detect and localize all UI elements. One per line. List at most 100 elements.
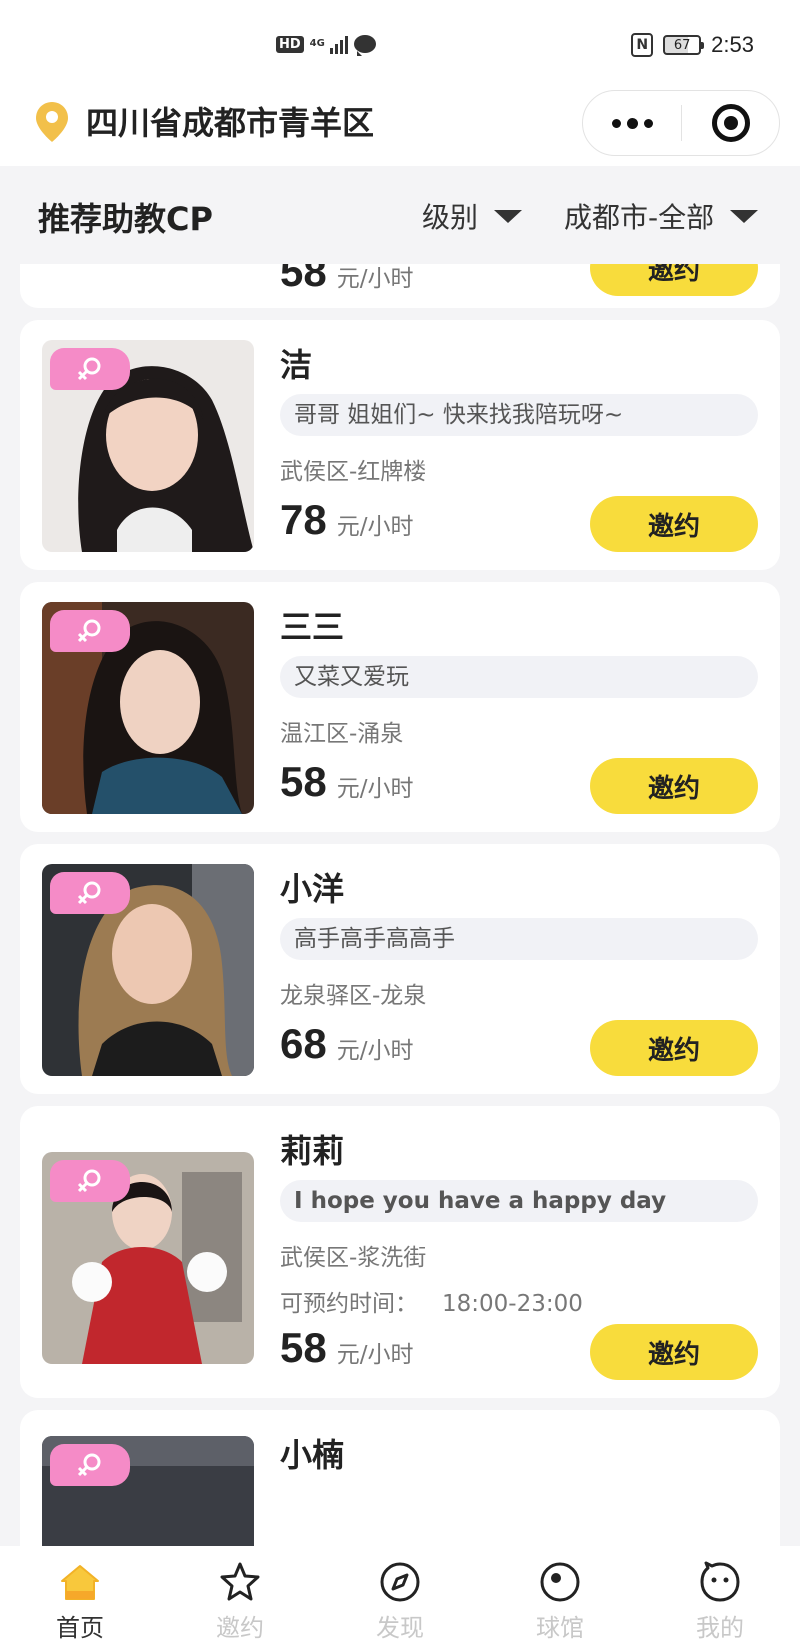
price-unit: 元/小时 bbox=[336, 266, 414, 292]
female-badge bbox=[50, 1160, 130, 1202]
tab-label: 球馆 bbox=[536, 1614, 584, 1642]
top-header: 四川省成都市青羊区 bbox=[0, 78, 800, 166]
caret-down-icon bbox=[494, 209, 523, 223]
home-icon bbox=[61, 1565, 99, 1600]
coach-card[interactable]: 58 元/小时 邀约 bbox=[20, 264, 780, 308]
female-gender-icon bbox=[77, 1169, 101, 1193]
battery-icon: 67 bbox=[663, 35, 705, 55]
billiard-ball-icon bbox=[540, 1562, 580, 1602]
price-value: 58 bbox=[280, 264, 327, 295]
status-right-group: N 67 2:53 bbox=[631, 32, 754, 58]
status-bar: HD 4G N 67 2:53 bbox=[0, 0, 800, 90]
female-gender-icon bbox=[77, 1453, 101, 1477]
coach-name: 洁 bbox=[280, 346, 313, 384]
hd-badge: HD bbox=[276, 35, 304, 53]
level-filter-dropdown[interactable]: 级别 bbox=[422, 196, 523, 236]
coach-name: 小楠 bbox=[280, 1436, 345, 1474]
invite-button[interactable]: 邀约 bbox=[590, 496, 758, 552]
coach-card[interactable]: 莉莉 I hope you have a happy day 武侯区-浆洗街 可… bbox=[20, 1106, 780, 1398]
price: 58 元/小时 bbox=[280, 1324, 413, 1372]
coach-district: 武侯区-浆洗街 bbox=[280, 1245, 427, 1271]
price-value: 68 bbox=[280, 1020, 327, 1067]
current-location[interactable]: 四川省成都市青羊区 bbox=[86, 98, 374, 144]
invite-button[interactable]: 邀约 bbox=[590, 1324, 758, 1380]
tab-home[interactable]: 首页 bbox=[0, 1546, 160, 1650]
price-value: 78 bbox=[280, 496, 327, 543]
bottom-tab-bar: 首页 邀约 发现 球馆 我的 bbox=[0, 1546, 800, 1650]
price-unit: 元/小时 bbox=[336, 1342, 414, 1368]
female-badge bbox=[50, 872, 130, 914]
female-gender-icon bbox=[77, 357, 101, 381]
coach-district: 龙泉驿区-龙泉 bbox=[280, 983, 427, 1009]
coach-card[interactable]: 三三 又菜又爱玩 温江区-涌泉 58 元/小时 邀约 bbox=[20, 582, 780, 832]
more-options-button[interactable] bbox=[583, 91, 681, 155]
price: 68 元/小时 bbox=[280, 1020, 413, 1068]
available-hours: 可预约时间： 18:00-23:00 bbox=[280, 1284, 583, 1318]
price: 78 元/小时 bbox=[280, 496, 413, 544]
coach-motto: 又菜又爱玩 bbox=[280, 656, 758, 698]
invite-button[interactable]: 邀约 bbox=[590, 1020, 758, 1076]
coach-motto: I hope you have a happy day bbox=[280, 1180, 758, 1222]
tab-label: 我的 bbox=[696, 1614, 744, 1642]
status-network-group: HD 4G bbox=[276, 34, 376, 56]
compass-icon bbox=[380, 1562, 420, 1602]
hours-value: 18:00-23:00 bbox=[442, 1291, 583, 1317]
city-filter-dropdown[interactable]: 成都市-全部 bbox=[564, 196, 759, 236]
price-unit: 元/小时 bbox=[336, 1038, 414, 1064]
price-unit: 元/小时 bbox=[336, 776, 414, 802]
invite-button[interactable]: 邀约 bbox=[590, 264, 758, 296]
caret-down-icon bbox=[730, 209, 759, 223]
price-value: 58 bbox=[280, 1324, 327, 1371]
coach-name: 莉莉 bbox=[280, 1132, 345, 1170]
city-filter-label: 成都市-全部 bbox=[564, 201, 715, 234]
signal-icon bbox=[329, 34, 348, 54]
price-unit: 元/小时 bbox=[336, 514, 414, 540]
tab-discover[interactable]: 发现 bbox=[320, 1546, 480, 1650]
nfc-icon: N bbox=[631, 33, 654, 57]
coach-district: 温江区-涌泉 bbox=[280, 721, 404, 747]
coach-photo bbox=[42, 1152, 254, 1364]
battery-level: 67 bbox=[673, 37, 691, 53]
coach-photo bbox=[42, 864, 254, 1076]
price-value: 58 bbox=[280, 758, 327, 805]
coach-card[interactable]: 小洋 高手高手高高手 龙泉驿区-龙泉 68 元/小时 邀约 bbox=[20, 844, 780, 1094]
location-pin-icon bbox=[36, 102, 68, 142]
clock: 2:53 bbox=[711, 32, 754, 57]
female-badge bbox=[50, 348, 130, 390]
coach-photo bbox=[42, 1436, 254, 1546]
coach-district: 武侯区-红牌楼 bbox=[280, 459, 427, 485]
coach-name: 三三 bbox=[280, 608, 345, 646]
invite-button[interactable]: 邀约 bbox=[590, 758, 758, 814]
chat-notification-icon bbox=[353, 35, 376, 56]
coach-card[interactable]: 洁 哥哥 姐姐们~ 快来找我陪玩呀~ 武侯区-红牌楼 78 元/小时 邀约 bbox=[20, 320, 780, 570]
female-gender-icon bbox=[77, 619, 101, 643]
section-title: 推荐助教CP bbox=[38, 200, 213, 238]
coach-name: 小洋 bbox=[280, 870, 345, 908]
filter-bar: 推荐助教CP 级别 成都市-全部 bbox=[0, 166, 800, 264]
coach-motto: 哥哥 姐姐们~ 快来找我陪玩呀~ bbox=[280, 394, 758, 436]
tab-label: 首页 bbox=[56, 1614, 104, 1642]
female-gender-icon bbox=[77, 881, 101, 905]
coach-photo bbox=[42, 602, 254, 814]
coach-card[interactable]: 小楠 bbox=[20, 1410, 780, 1546]
price: 58 元/小时 bbox=[280, 758, 413, 806]
network-type: 4G bbox=[309, 38, 325, 49]
coach-list[interactable]: 58 元/小时 邀约 洁 哥哥 姐姐们~ 快来找我陪玩呀~ 武侯区-红牌楼 78… bbox=[0, 264, 800, 1546]
coach-motto: 高手高手高高手 bbox=[280, 918, 758, 960]
tab-invite[interactable]: 邀约 bbox=[160, 1546, 320, 1650]
level-filter-label: 级别 bbox=[422, 201, 479, 234]
female-badge bbox=[50, 1444, 130, 1486]
miniprogram-capsule bbox=[582, 90, 780, 156]
close-miniprogram-button[interactable] bbox=[682, 104, 779, 142]
target-icon bbox=[711, 104, 750, 142]
tab-label: 邀约 bbox=[216, 1614, 264, 1642]
hours-label: 可预约时间： bbox=[280, 1291, 418, 1317]
price: 58 元/小时 bbox=[280, 264, 413, 296]
coach-photo bbox=[42, 340, 254, 552]
smiley-face-icon bbox=[700, 1561, 740, 1602]
tab-label: 发现 bbox=[376, 1614, 424, 1642]
female-badge bbox=[50, 610, 130, 652]
tab-mine[interactable]: 我的 bbox=[640, 1546, 800, 1650]
tab-venue[interactable]: 球馆 bbox=[480, 1546, 640, 1650]
star-icon bbox=[220, 1562, 260, 1601]
